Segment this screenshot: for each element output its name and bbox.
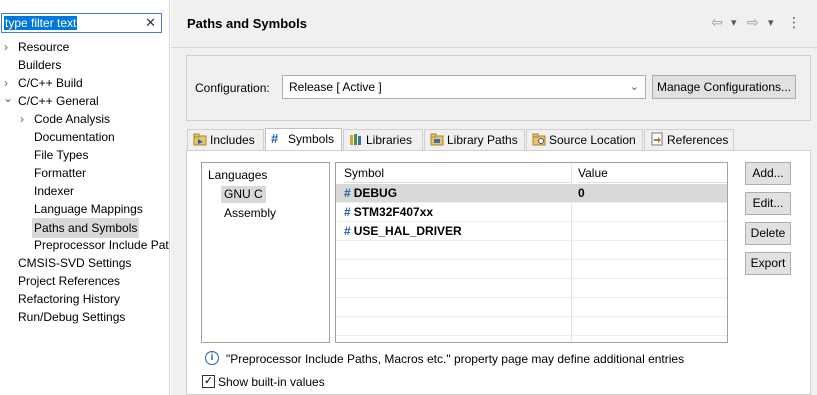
- checkmark-icon: ✓: [203, 375, 214, 387]
- tab-libraries[interactable]: Libraries: [343, 129, 423, 150]
- symbols-tab-panel: Languages GNU C Assembly Symbol Value # D…: [186, 150, 811, 395]
- symbol-cell[interactable]: # USE_HAL_DRIVER: [344, 224, 462, 238]
- includes-icon: [193, 133, 207, 146]
- page-header: Paths and Symbols ⇦ ▾ ⇨ ▾ ⋮: [171, 0, 817, 48]
- languages-list[interactable]: Languages GNU C Assembly: [201, 162, 330, 343]
- more-menu-icon[interactable]: ⋮: [787, 14, 801, 31]
- column-header-symbol[interactable]: Symbol: [344, 163, 572, 183]
- tree-item-label[interactable]: Language Mappings: [34, 200, 143, 218]
- tree-item-label[interactable]: CMSIS-SVD Settings: [18, 254, 131, 272]
- filter-input[interactable]: type filter text ✕: [1, 13, 162, 33]
- tree-item-label[interactable]: Refactoring History: [18, 290, 120, 308]
- tree-item-label[interactable]: Resource: [18, 38, 69, 56]
- tree-item-label[interactable]: Builders: [18, 56, 61, 74]
- tab-references[interactable]: References: [644, 129, 734, 150]
- tab-label[interactable]: Source Location: [549, 133, 636, 147]
- tab-includes[interactable]: Includes: [187, 129, 264, 150]
- back-arrow-icon[interactable]: ⇦: [711, 14, 723, 31]
- chevron-right-icon[interactable]: ›: [4, 38, 16, 56]
- empty-row: [336, 298, 727, 317]
- add-button[interactable]: Add...: [745, 162, 791, 185]
- forward-arrow-icon[interactable]: ⇨: [747, 14, 759, 31]
- hash-icon: #: [344, 205, 351, 219]
- table-row[interactable]: # USE_HAL_DRIVER: [336, 222, 727, 241]
- table-row[interactable]: # DEBUG 0: [336, 184, 727, 203]
- manage-configurations-button[interactable]: Manage Configurations...: [652, 75, 796, 99]
- hash-icon: #: [344, 186, 351, 200]
- configuration-select[interactable]: Release [ Active ] ⌄: [282, 75, 646, 99]
- tab-symbols[interactable]: # Symbols: [265, 128, 342, 150]
- empty-row: [336, 317, 727, 336]
- column-header-value[interactable]: Value: [578, 163, 727, 183]
- chevron-down-icon[interactable]: ⌄: [630, 80, 639, 93]
- tree-item-label[interactable]: Project References: [18, 272, 120, 290]
- tab-label[interactable]: References: [667, 133, 728, 147]
- empty-row: [336, 279, 727, 298]
- show-builtin-label[interactable]: Show built-in values: [218, 375, 325, 389]
- language-item-gnu-c[interactable]: GNU C: [221, 186, 266, 203]
- tab-label[interactable]: Symbols: [288, 132, 334, 146]
- tree-item-label[interactable]: Formatter: [34, 164, 86, 182]
- configuration-group: Configuration: Release [ Active ] ⌄ Mana…: [186, 55, 811, 121]
- symbol-cell[interactable]: # DEBUG: [344, 186, 397, 200]
- languages-header: Languages: [208, 168, 268, 182]
- empty-row: [336, 260, 727, 279]
- page-content: Configuration: Release [ Active ] ⌄ Mana…: [171, 48, 817, 395]
- symbol-name: DEBUG: [353, 186, 398, 200]
- configuration-label: Configuration:: [195, 81, 270, 95]
- property-tree-pane: type filter text ✕ › Resource Builders ›…: [0, 0, 170, 395]
- libraries-icon: [350, 134, 361, 145]
- page-title: Paths and Symbols: [187, 16, 307, 31]
- export-button[interactable]: Export: [745, 252, 791, 275]
- tree-item-label[interactable]: Paths and Symbols: [32, 218, 140, 238]
- library-paths-icon: [430, 133, 444, 146]
- symbol-name: STM32F407xx: [353, 205, 434, 219]
- back-menu-caret-icon[interactable]: ▾: [731, 16, 737, 29]
- filter-input-text[interactable]: type filter text: [4, 16, 78, 30]
- table-row[interactable]: # STM32F407xx: [336, 203, 727, 222]
- edit-button[interactable]: Edit...: [745, 192, 791, 215]
- tree-item-label[interactable]: Code Analysis: [34, 110, 110, 128]
- tab-label[interactable]: Includes: [210, 133, 255, 147]
- source-location-icon: [532, 133, 546, 146]
- symbols-table[interactable]: Symbol Value # DEBUG 0 # STM32F407xx # USE_…: [335, 162, 728, 343]
- tab-source-location[interactable]: Source Location: [526, 129, 643, 150]
- configuration-selected-value[interactable]: Release [ Active ]: [289, 80, 382, 94]
- tree-item-label[interactable]: Run/Debug Settings: [18, 308, 125, 326]
- tree-item-label[interactable]: C/C++ Build: [18, 74, 83, 92]
- tab-label[interactable]: Library Paths: [447, 133, 518, 147]
- tree-item-label[interactable]: Preprocessor Include Pat: [34, 236, 169, 254]
- tree-item-label[interactable]: Documentation: [34, 128, 115, 146]
- info-message: "Preprocessor Include Paths, Macros etc.…: [226, 352, 685, 366]
- tab-label[interactable]: Libraries: [366, 133, 412, 147]
- tab-library-paths[interactable]: Library Paths: [424, 129, 525, 150]
- hash-icon: #: [271, 131, 279, 146]
- info-icon: i: [205, 351, 219, 365]
- symbol-name: USE_HAL_DRIVER: [353, 224, 462, 238]
- tree-item-label[interactable]: C/C++ General: [18, 92, 99, 110]
- chevron-down-icon[interactable]: ⌄: [3, 89, 15, 107]
- value-cell[interactable]: 0: [578, 186, 585, 200]
- forward-menu-caret-icon[interactable]: ▾: [768, 16, 774, 29]
- language-item-assembly[interactable]: Assembly: [221, 205, 279, 222]
- chevron-right-icon[interactable]: ›: [20, 110, 32, 128]
- empty-row: [336, 241, 727, 260]
- delete-button[interactable]: Delete: [745, 222, 791, 245]
- symbol-cell[interactable]: # STM32F407xx: [344, 205, 433, 219]
- hash-icon: #: [344, 224, 351, 238]
- references-icon: [651, 132, 663, 146]
- show-builtin-checkbox[interactable]: ✓: [202, 375, 215, 388]
- tree-item-label[interactable]: Indexer: [34, 182, 74, 200]
- clear-filter-icon[interactable]: ✕: [145, 15, 156, 31]
- tree-item-label[interactable]: File Types: [34, 146, 88, 164]
- property-page: Paths and Symbols ⇦ ▾ ⇨ ▾ ⋮ Configuratio…: [171, 0, 817, 395]
